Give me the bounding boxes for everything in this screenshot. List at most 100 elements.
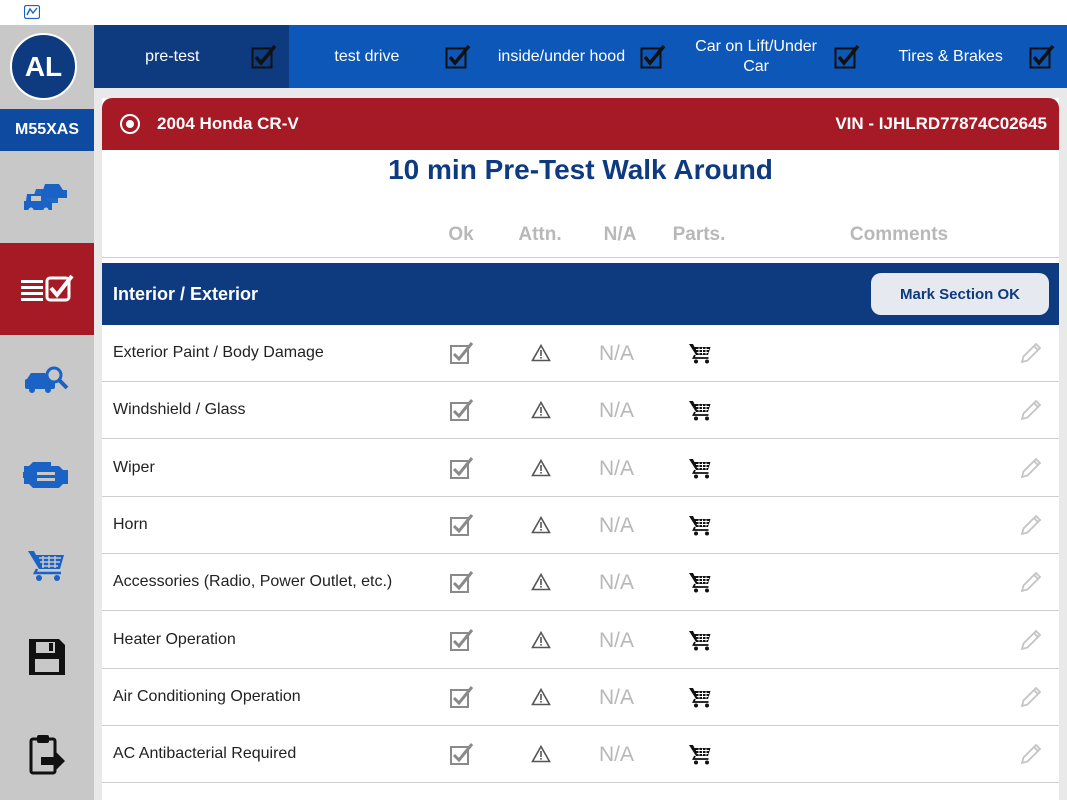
item-label: Air Conditioning Operation xyxy=(113,687,301,705)
na-toggle[interactable]: N/A xyxy=(599,571,634,595)
tab-pre-test[interactable]: pre-test xyxy=(94,25,289,88)
nav-save-button[interactable] xyxy=(0,611,94,703)
parts-cart-icon[interactable] xyxy=(688,629,712,656)
tab-car-on-lift[interactable]: Car on Lift/Under Car xyxy=(678,25,873,88)
vehicle-name: 2004 Honda CR-V xyxy=(157,114,299,133)
table-row: Air Conditioning Operation N/A xyxy=(102,669,1059,726)
cars-icon xyxy=(24,184,67,213)
comment-pencil-icon[interactable] xyxy=(1019,456,1043,485)
parts-cart-icon[interactable] xyxy=(688,686,712,713)
na-toggle[interactable]: N/A xyxy=(599,514,634,538)
comment-pencil-icon[interactable] xyxy=(1019,628,1043,657)
sidebar: AL M55XAS xyxy=(0,25,94,800)
parts-cart-icon[interactable] xyxy=(688,743,712,770)
comment-pencil-icon[interactable] xyxy=(1019,398,1043,427)
status-bar xyxy=(0,0,1067,25)
parts-cart-icon[interactable] xyxy=(688,571,712,598)
attention-warning-icon[interactable] xyxy=(531,744,551,768)
table-row: Windshield / Glass N/A xyxy=(102,382,1059,440)
step-tabs: pre-test test drive inside/under hood Ca… xyxy=(94,25,1067,88)
na-toggle[interactable]: N/A xyxy=(599,743,634,767)
header-divider xyxy=(102,257,1059,258)
attention-warning-icon[interactable] xyxy=(531,687,551,711)
ok-checkbox-icon[interactable] xyxy=(450,743,474,770)
car-search-icon xyxy=(25,366,69,393)
ok-checkbox-icon[interactable] xyxy=(450,685,474,713)
table-row: AC Antibacterial Required N/A xyxy=(102,726,1059,784)
ok-checkbox-icon[interactable] xyxy=(450,342,474,369)
parts-cart-icon[interactable] xyxy=(688,457,712,484)
tab-label: Tires & Brakes xyxy=(898,47,1003,65)
tab-label: inside/under hood xyxy=(497,47,626,65)
mark-section-ok-button[interactable]: Mark Section OK xyxy=(871,273,1049,315)
item-label: Horn xyxy=(113,515,148,533)
attention-warning-icon[interactable] xyxy=(531,573,551,596)
nav-export-button[interactable] xyxy=(0,709,94,800)
column-header-comments: Comments xyxy=(849,224,949,245)
column-header-attn: Attn. xyxy=(518,224,562,245)
avatar[interactable]: AL xyxy=(10,33,77,100)
nav-inspect-button[interactable] xyxy=(0,335,94,427)
na-toggle[interactable]: N/A xyxy=(599,686,634,710)
checkbox-checked-icon xyxy=(251,44,276,69)
checkbox-checked-icon xyxy=(1029,44,1055,69)
tab-inside-under-hood[interactable]: inside/under hood xyxy=(483,25,678,88)
checklist-icon xyxy=(21,274,74,302)
parts-cart-icon[interactable] xyxy=(688,514,712,541)
checkbox-checked-icon xyxy=(445,44,471,69)
attention-warning-icon[interactable] xyxy=(531,343,551,367)
comment-pencil-icon[interactable] xyxy=(1019,742,1043,771)
item-label: Wiper xyxy=(113,458,155,476)
vehicle-vin: VIN - IJHLRD77874C02645 xyxy=(835,114,1047,133)
tab-tires-brakes[interactable]: Tires & Brakes xyxy=(872,25,1067,88)
column-header-ok: Ok xyxy=(448,224,474,245)
comment-pencil-icon[interactable] xyxy=(1019,341,1043,370)
parts-cart-icon[interactable] xyxy=(688,342,712,369)
tab-test-drive[interactable]: test drive xyxy=(289,25,484,88)
attention-warning-icon[interactable] xyxy=(531,401,551,424)
checkbox-checked-icon xyxy=(834,44,860,69)
ok-checkbox-icon[interactable] xyxy=(450,399,474,426)
attention-warning-icon[interactable] xyxy=(531,515,551,539)
tab-label: Car on Lift/Under Car xyxy=(695,37,817,75)
ok-checkbox-icon[interactable] xyxy=(450,571,474,598)
parts-cart-icon[interactable] xyxy=(688,399,712,426)
tab-label: pre-test xyxy=(145,47,200,65)
save-icon xyxy=(29,639,65,675)
table-row: Accessories (Radio, Power Outlet, etc.) N… xyxy=(102,554,1059,612)
avatar-area: AL xyxy=(0,25,94,109)
attention-warning-icon[interactable] xyxy=(531,458,551,482)
plate-number: M55XAS xyxy=(0,109,94,151)
comment-pencil-icon[interactable] xyxy=(1019,513,1043,542)
table-row: Horn N/A xyxy=(102,497,1059,554)
table-row: Exterior Paint / Body Damage N/A xyxy=(102,325,1059,382)
page-title: 10 min Pre-Test Walk Around xyxy=(388,154,773,185)
column-header-parts: Parts. xyxy=(672,224,726,245)
comment-pencil-icon[interactable] xyxy=(1019,685,1043,714)
vehicle-radio[interactable] xyxy=(120,114,140,134)
nav-parts-button[interactable] xyxy=(0,519,94,611)
comment-pencil-icon[interactable] xyxy=(1019,570,1043,599)
checkbox-checked-icon xyxy=(640,44,666,69)
inspection-card: 2004 Honda CR-V VIN - IJHLRD77874C02645 … xyxy=(102,98,1059,800)
nav-checklist-button[interactable] xyxy=(0,243,94,335)
na-toggle[interactable]: N/A xyxy=(599,457,634,481)
vehicle-header: 2004 Honda CR-V VIN - IJHLRD77874C02645 xyxy=(102,98,1059,150)
column-header-na: N/A xyxy=(603,224,637,245)
nav-vehicles-button[interactable] xyxy=(0,151,94,243)
item-label: AC Antibacterial Required xyxy=(113,745,297,763)
nav-engine-button[interactable] xyxy=(0,427,94,519)
ok-checkbox-icon[interactable] xyxy=(450,456,474,484)
na-toggle[interactable]: N/A xyxy=(599,629,634,653)
na-toggle[interactable]: N/A xyxy=(599,342,634,366)
attention-warning-icon[interactable] xyxy=(531,630,551,654)
engine-icon xyxy=(23,462,68,488)
item-label: Exterior Paint / Body Damage xyxy=(113,344,324,361)
na-toggle[interactable]: N/A xyxy=(599,399,634,423)
app-icon xyxy=(24,5,40,19)
table-row: Heater Operation N/A xyxy=(102,612,1059,669)
ok-checkbox-icon[interactable] xyxy=(450,513,474,541)
ok-checkbox-icon[interactable] xyxy=(450,628,474,656)
section-title: Interior / Exterior xyxy=(113,284,259,304)
cart-icon xyxy=(28,551,64,581)
